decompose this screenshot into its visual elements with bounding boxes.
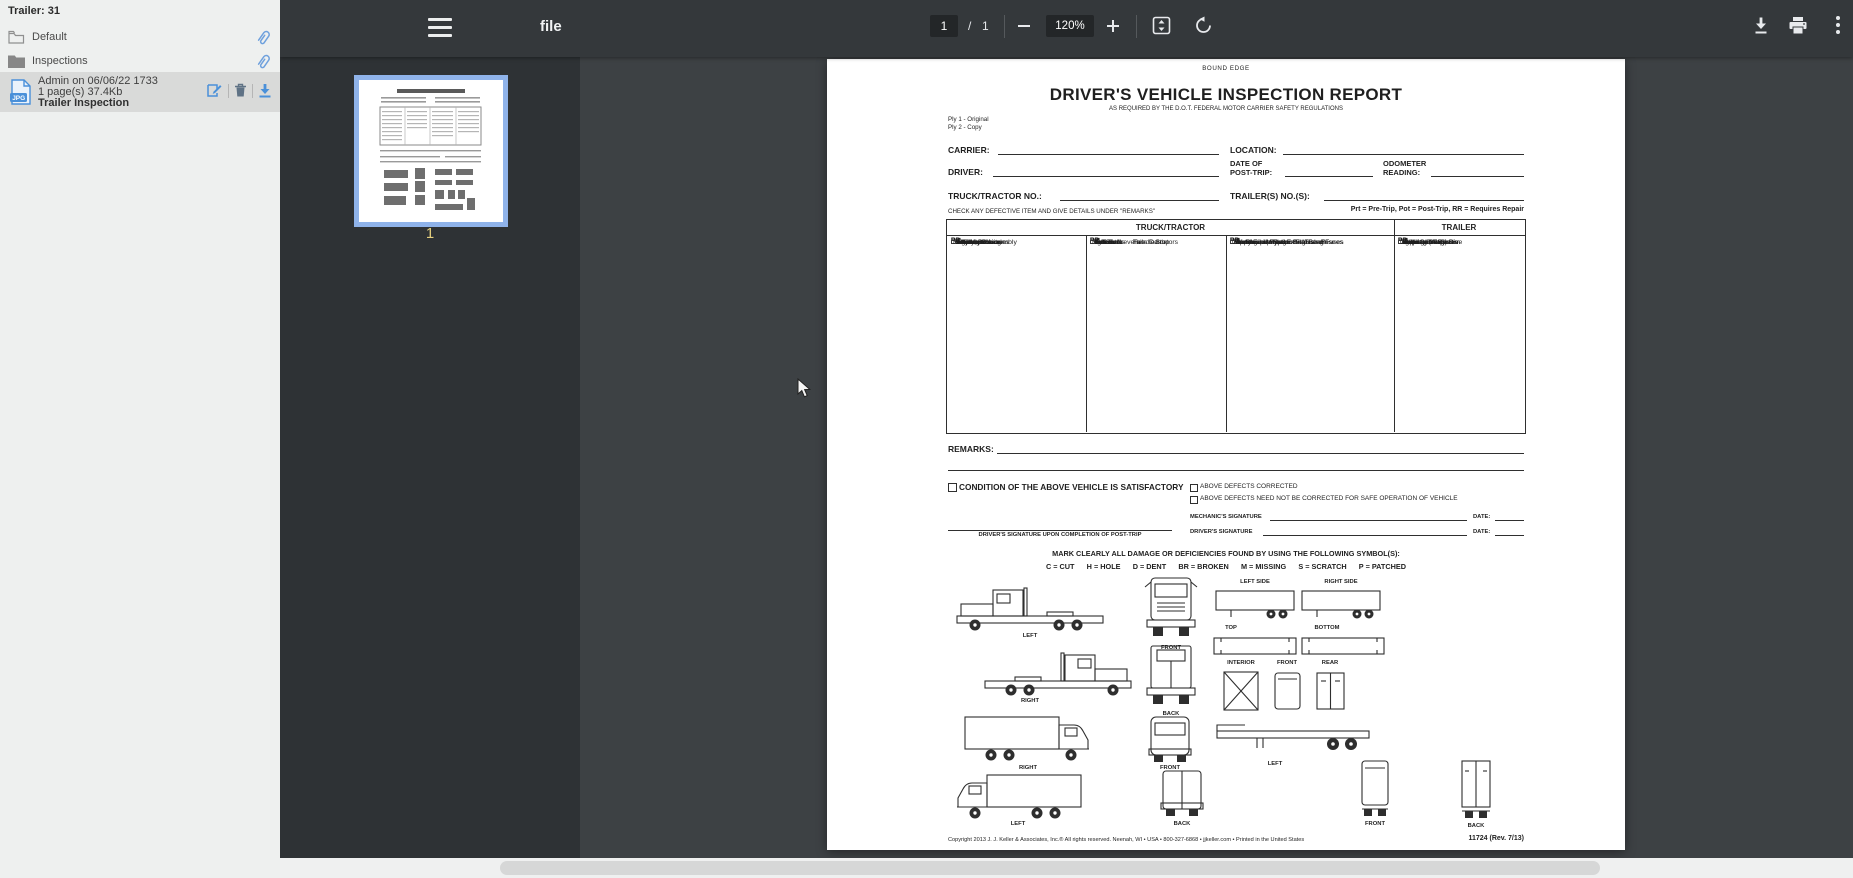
paperclip-icon[interactable] bbox=[253, 27, 273, 48]
page-number-input[interactable]: 1 bbox=[930, 15, 958, 37]
divider bbox=[252, 84, 253, 98]
diagram-label: FRONT bbox=[1160, 765, 1180, 771]
scrollbar-thumb[interactable] bbox=[500, 861, 1600, 875]
folder-label: Default bbox=[32, 31, 67, 43]
diagram-label: RIGHT bbox=[1019, 765, 1037, 771]
diagram-label: RIGHT SIDE bbox=[1324, 579, 1357, 585]
footer-copyright: Copyright 2013 J. J. Keller & Associates… bbox=[948, 837, 1304, 843]
diagram-label: LEFT SIDE bbox=[1240, 579, 1270, 585]
more-options-icon[interactable] bbox=[1825, 12, 1851, 38]
diagram-label: BACK bbox=[1163, 711, 1180, 717]
divider bbox=[1004, 15, 1005, 38]
document-page: BOUND EDGE DRIVER'S VEHICLE INSPECTION R… bbox=[827, 59, 1625, 850]
app-window: Trailer: 31 Default Inspections bbox=[0, 0, 1853, 878]
horizontal-scrollbar[interactable] bbox=[280, 858, 1853, 878]
diagram-label: LEFT bbox=[1011, 821, 1026, 827]
sidebar-folder-inspections[interactable]: Inspections bbox=[0, 50, 280, 74]
folder-label: Inspections bbox=[32, 55, 88, 67]
diagram-label: FRONT bbox=[1277, 660, 1297, 666]
document-title: file bbox=[540, 18, 562, 35]
divider bbox=[1136, 15, 1137, 38]
diagram-label: RIGHT bbox=[1021, 698, 1039, 704]
diagram-label: BACK bbox=[1468, 823, 1485, 829]
rotate-icon[interactable] bbox=[1190, 12, 1216, 38]
diagram-label: BACK bbox=[1174, 821, 1191, 827]
print-icon[interactable] bbox=[1785, 12, 1811, 38]
svg-text:JPG: JPG bbox=[12, 95, 25, 102]
attachments-sidebar: Trailer: 31 Default Inspections bbox=[0, 0, 280, 878]
page-separator: / bbox=[968, 19, 971, 33]
attachment-title: Trailer Inspection bbox=[38, 97, 129, 109]
menu-icon[interactable] bbox=[428, 18, 454, 38]
delete-attachment-icon[interactable] bbox=[234, 83, 247, 98]
download-attachment-icon[interactable] bbox=[258, 83, 272, 98]
diagram-label: LEFT bbox=[1023, 633, 1038, 639]
paperclip-icon[interactable] bbox=[253, 51, 273, 72]
download-icon[interactable] bbox=[1748, 12, 1774, 38]
diagram-label: FRONT bbox=[1365, 821, 1385, 827]
divider bbox=[228, 84, 229, 98]
thumbnail-panel: 1 bbox=[280, 57, 580, 858]
diagram-labels: LEFT FRONT RIGHT BACK RIGHT FRONT LEFT BACK LEFT… bbox=[827, 59, 1625, 850]
diagram-label: BOTTOM bbox=[1314, 625, 1339, 631]
folder-outline-icon bbox=[8, 30, 25, 44]
zoom-in-button[interactable] bbox=[1100, 13, 1126, 39]
zoom-out-button[interactable] bbox=[1011, 13, 1037, 39]
sidebar-title: Trailer: 31 bbox=[8, 5, 60, 17]
page-thumbnail[interactable] bbox=[354, 75, 508, 227]
diagram-label: INTERIOR bbox=[1227, 660, 1255, 666]
thumbnail-page-number: 1 bbox=[280, 225, 580, 242]
zoom-level-input[interactable]: 120% bbox=[1046, 15, 1094, 37]
sidebar-folder-default[interactable]: Default bbox=[0, 26, 280, 50]
diagram-label: REAR bbox=[1322, 660, 1338, 666]
diagram-label: FRONT bbox=[1161, 645, 1181, 651]
diagram-label: LEFT bbox=[1268, 761, 1283, 767]
jpg-file-icon: JPG bbox=[10, 79, 32, 105]
footer-form-number: 11724 (Rev. 7/13) bbox=[1468, 835, 1524, 842]
edit-attachment-icon[interactable] bbox=[207, 83, 223, 98]
pdf-toolbar: file 1 / 1 120% bbox=[280, 0, 1853, 57]
fit-to-page-icon[interactable] bbox=[1148, 12, 1174, 38]
mouse-cursor bbox=[797, 378, 815, 398]
attachment-list-item[interactable]: JPG Admin on 06/06/22 1733 1 page(s) 37.… bbox=[0, 72, 280, 112]
folder-filled-icon bbox=[8, 54, 25, 68]
diagram-label: TOP bbox=[1225, 625, 1237, 631]
page-total: 1 bbox=[982, 19, 989, 33]
